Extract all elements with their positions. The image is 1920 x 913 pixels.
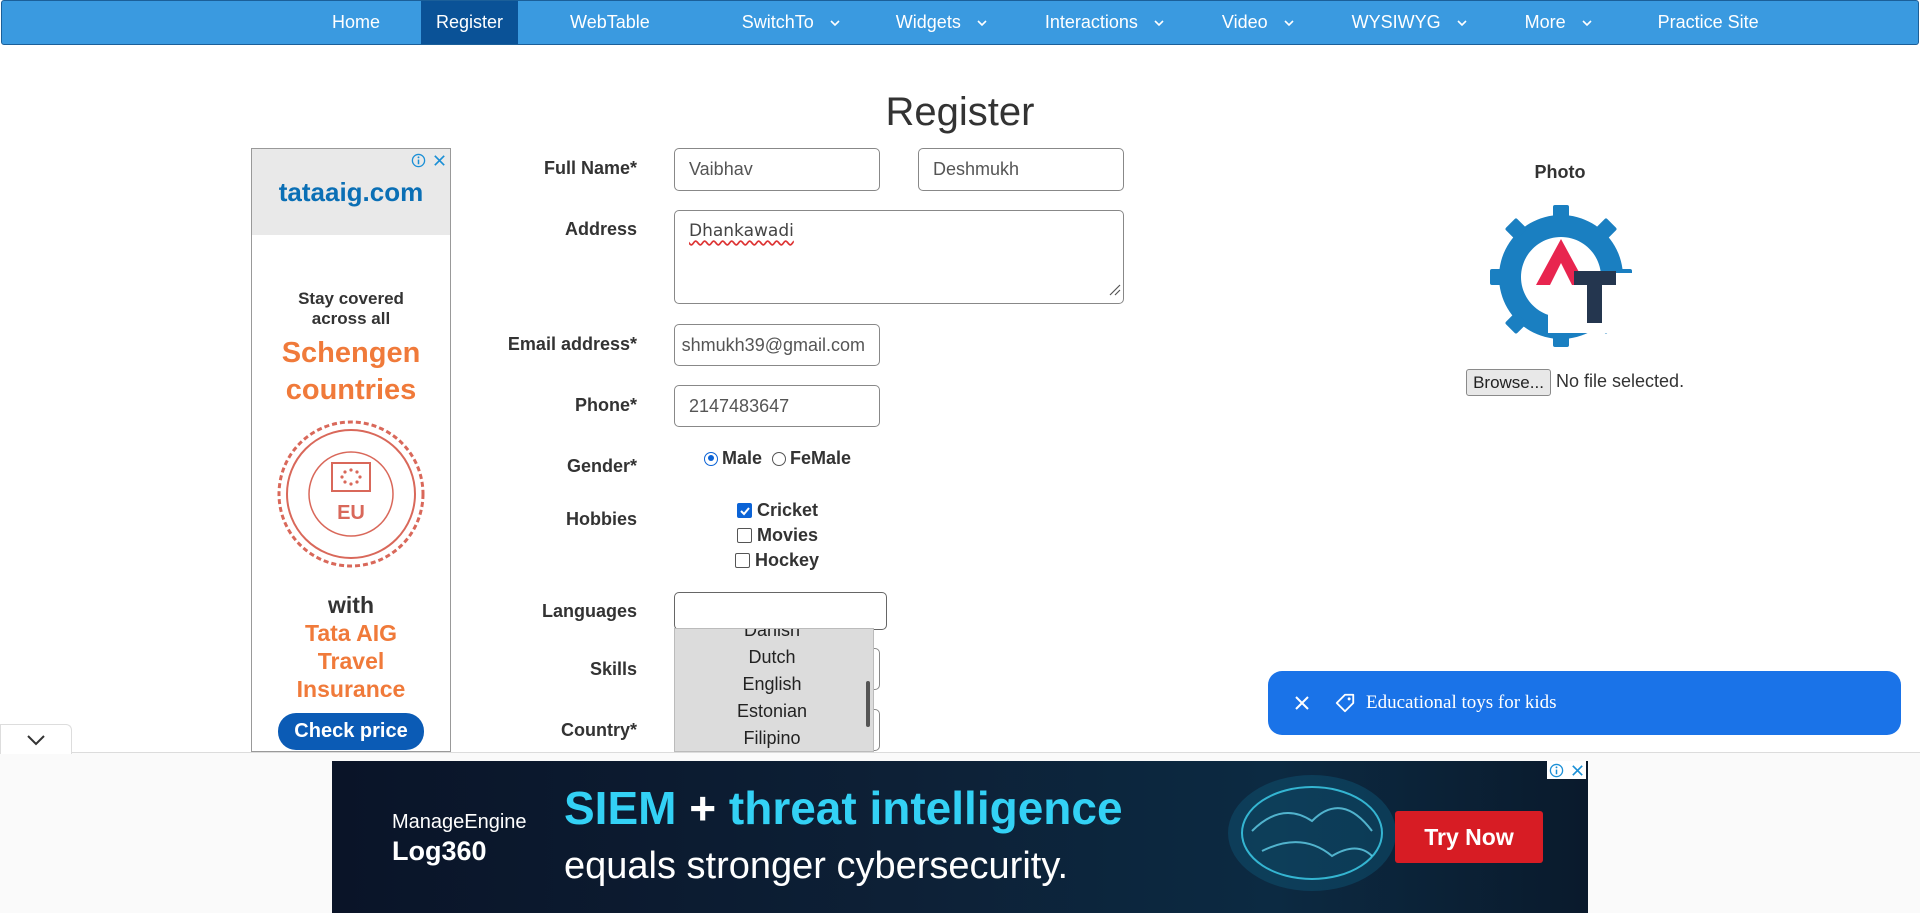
resize-handle-icon[interactable] xyxy=(1107,280,1121,301)
main-navbar: Home Register WebTable SwitchTo Widgets Inter… xyxy=(1,0,1919,45)
email-input[interactable]: shmukh39@gmail.com xyxy=(674,324,880,366)
collapse-ad-button[interactable] xyxy=(0,724,72,754)
phone-input[interactable]: 2147483647 xyxy=(674,385,880,427)
nav-item-label: WYSIWYG xyxy=(1351,12,1441,32)
full-name-label: Full Name* xyxy=(543,158,637,178)
photo-label: Photo xyxy=(1534,162,1586,182)
first-name-input[interactable]: Vaibhav xyxy=(674,148,880,191)
hobbies-label: Hobbies xyxy=(565,509,637,529)
ad-headline: SIEM + threat intelligence xyxy=(564,781,1123,835)
nav-item-wysiwyg[interactable]: WYSIWYG xyxy=(1310,1,1483,44)
language-option[interactable]: Filipino xyxy=(675,725,869,751)
hobby-hockey-checkbox[interactable] xyxy=(735,553,750,568)
browse-file-button[interactable]: Browse... xyxy=(1466,369,1551,396)
ad-info-icon[interactable] xyxy=(1547,761,1565,779)
nav-item-label: SwitchTo xyxy=(741,12,814,32)
language-option[interactable]: Estonian xyxy=(675,698,869,725)
chevron-down-icon xyxy=(1455,16,1469,30)
languages-label: Languages xyxy=(541,601,637,621)
bottom-ad-banner[interactable]: ManageEngine Log360 SIEM + threat intell… xyxy=(332,761,1588,913)
nav-item-label: Register xyxy=(436,12,504,32)
ad-line1: Stay covered across all xyxy=(298,289,404,328)
ad-highlight: Schengen countries xyxy=(281,337,421,406)
chevron-down-icon xyxy=(1282,16,1296,30)
nav-item-switchto[interactable]: SwitchTo xyxy=(702,1,856,44)
email-label: Email address* xyxy=(507,334,637,354)
hobby-cricket: Cricket xyxy=(737,500,818,521)
hobby-hockey: Hockey xyxy=(735,550,819,571)
hobby-hockey-label: Hockey xyxy=(755,550,820,570)
address-textarea[interactable]: Dhankawadi xyxy=(674,210,1124,304)
automation-testing-logo-icon xyxy=(1488,203,1638,358)
ad-check-price-button[interactable]: Check price xyxy=(278,713,424,750)
nav-item-label: Widgets xyxy=(895,12,961,32)
dropdown-scrollbar[interactable] xyxy=(866,681,870,727)
gender-radio-group: Male FeMale xyxy=(704,448,851,469)
ad-subline: equals stronger cybersecurity. xyxy=(564,845,1069,887)
nav-item-widgets[interactable]: Widgets xyxy=(856,1,1003,44)
suggestion-toast[interactable]: Educational toys for kids xyxy=(1268,671,1901,735)
try-now-button[interactable]: Try Now xyxy=(1395,811,1543,863)
bottom-ad-controls xyxy=(1547,761,1586,779)
svg-text:EU: EU xyxy=(337,502,365,524)
nav-item-webtable[interactable]: WebTable xyxy=(518,1,702,44)
nav-item-label: Practice Site xyxy=(1657,12,1759,32)
chevron-down-icon xyxy=(975,16,989,30)
schengen-stamp-icon: EU xyxy=(252,417,450,571)
hobby-movies-checkbox[interactable] xyxy=(737,528,752,543)
hobby-cricket-checkbox[interactable] xyxy=(737,503,752,518)
nav-item-more[interactable]: More xyxy=(1483,1,1608,44)
nav-item-video[interactable]: Video xyxy=(1180,1,1310,44)
ad-with: with xyxy=(328,592,374,618)
nav-item-register[interactable]: Register xyxy=(421,1,519,44)
hobby-cricket-label: Cricket xyxy=(757,500,819,520)
language-option[interactable]: Dutch xyxy=(675,644,869,671)
page-title: Register xyxy=(885,90,1035,134)
chevron-down-icon xyxy=(1152,16,1166,30)
left-ad-banner[interactable]: tataaig.com Stay covered across all Sche… xyxy=(251,148,451,752)
chevron-down-icon xyxy=(26,734,46,746)
ad-headline-plus: + xyxy=(676,782,729,834)
nav-item-interactions[interactable]: Interactions xyxy=(1003,1,1180,44)
ad-info-icon[interactable] xyxy=(409,151,427,169)
language-option[interactable]: Danish xyxy=(675,629,869,644)
ad-headline-siem: SIEM xyxy=(564,782,677,834)
ad-brand-line1: ManageEngine xyxy=(392,811,527,833)
phone-label: Phone* xyxy=(574,395,637,415)
toast-text: Educational toys for kids xyxy=(1366,692,1557,713)
hobby-movies-label: Movies xyxy=(757,525,819,545)
last-name-input[interactable]: Deshmukh xyxy=(918,148,1124,191)
close-icon[interactable] xyxy=(1294,695,1310,711)
address-text: Dhankawadi xyxy=(689,221,794,241)
nav-item-practice-site[interactable]: Practice Site xyxy=(1608,1,1809,44)
ad-headline-threat: threat intelligence xyxy=(728,782,1123,834)
chevron-down-icon xyxy=(1580,16,1594,30)
ad-close-icon[interactable] xyxy=(1568,761,1586,779)
skills-label: Skills xyxy=(589,659,637,679)
gender-male-radio[interactable] xyxy=(704,451,718,466)
nav-item-label: WebTable xyxy=(570,12,650,32)
chevron-down-icon xyxy=(828,16,842,30)
languages-dropdown-list: Danish Dutch English Estonian Filipino xyxy=(674,628,874,752)
nav-item-label: Home xyxy=(332,12,381,32)
nav-item-label: Interactions xyxy=(1044,12,1138,32)
tag-icon xyxy=(1334,692,1356,714)
nav-item-home[interactable]: Home xyxy=(305,1,421,44)
gender-label: Gender* xyxy=(566,456,637,476)
ad-brand-line2: Log360 xyxy=(392,836,487,866)
language-option[interactable]: English xyxy=(675,671,869,698)
languages-input[interactable] xyxy=(674,592,887,630)
file-status-text: No file selected. xyxy=(1556,371,1685,391)
gender-female-radio[interactable] xyxy=(772,451,787,466)
nav-item-label: More xyxy=(1524,12,1566,32)
hobby-movies: Movies xyxy=(737,525,818,546)
country-label: Country* xyxy=(561,720,637,740)
nav-item-label: Video xyxy=(1221,12,1268,32)
ad-product: Tata AIG Travel Insurance xyxy=(296,620,406,702)
address-label: Address xyxy=(564,219,637,239)
gender-male-label: Male xyxy=(722,448,763,468)
gender-female-label: FeMale xyxy=(790,448,852,468)
